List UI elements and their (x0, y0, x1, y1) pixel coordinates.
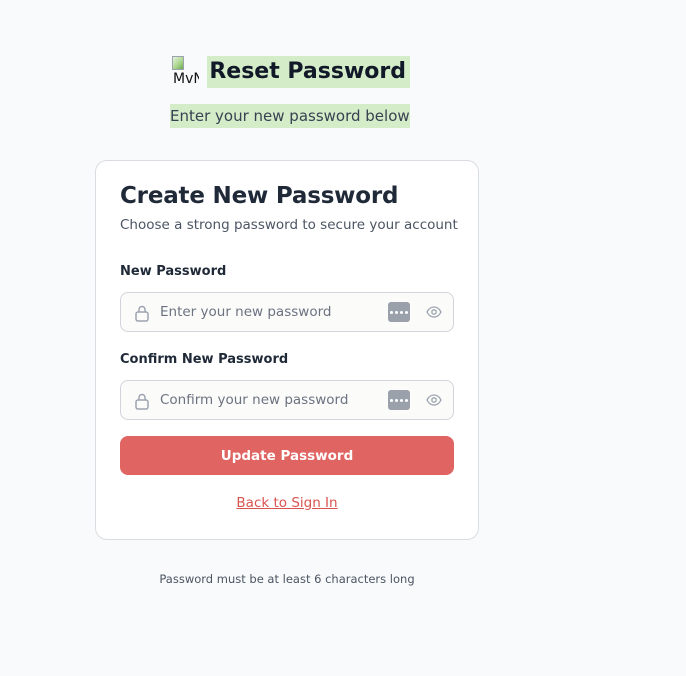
logo: MvN (172, 56, 199, 88)
lock-icon (135, 305, 149, 322)
logo-alt-text: MvN (173, 71, 200, 87)
confirm-password-input[interactable] (160, 381, 380, 419)
page-subtitle: Enter your new password below (170, 104, 410, 128)
eye-icon[interactable] (426, 305, 442, 319)
password-requirement-note: Password must be at least 6 characters l… (159, 572, 415, 586)
page-title: Reset Password (207, 56, 410, 88)
password-manager-icon[interactable] (388, 390, 410, 410)
lock-icon (135, 393, 149, 410)
eye-icon[interactable] (426, 393, 442, 407)
reset-password-card: Create New Password Choose a strong pass… (95, 160, 479, 540)
card-description: Choose a strong password to secure your … (120, 217, 458, 233)
new-password-field (120, 292, 454, 332)
back-to-sign-in-link[interactable]: Back to Sign In (96, 495, 478, 511)
card-title: Create New Password (120, 183, 399, 209)
password-manager-icon[interactable] (388, 302, 410, 322)
new-password-label: New Password (120, 264, 227, 279)
confirm-password-field (120, 380, 454, 420)
page-header: MvN Reset Password Enter your new passwo… (170, 56, 410, 128)
header-title-row: MvN Reset Password (170, 56, 410, 88)
update-password-button[interactable]: Update Password (120, 436, 454, 475)
new-password-input[interactable] (160, 293, 380, 331)
confirm-password-label: Confirm New Password (120, 352, 289, 367)
broken-image-icon (172, 56, 184, 70)
